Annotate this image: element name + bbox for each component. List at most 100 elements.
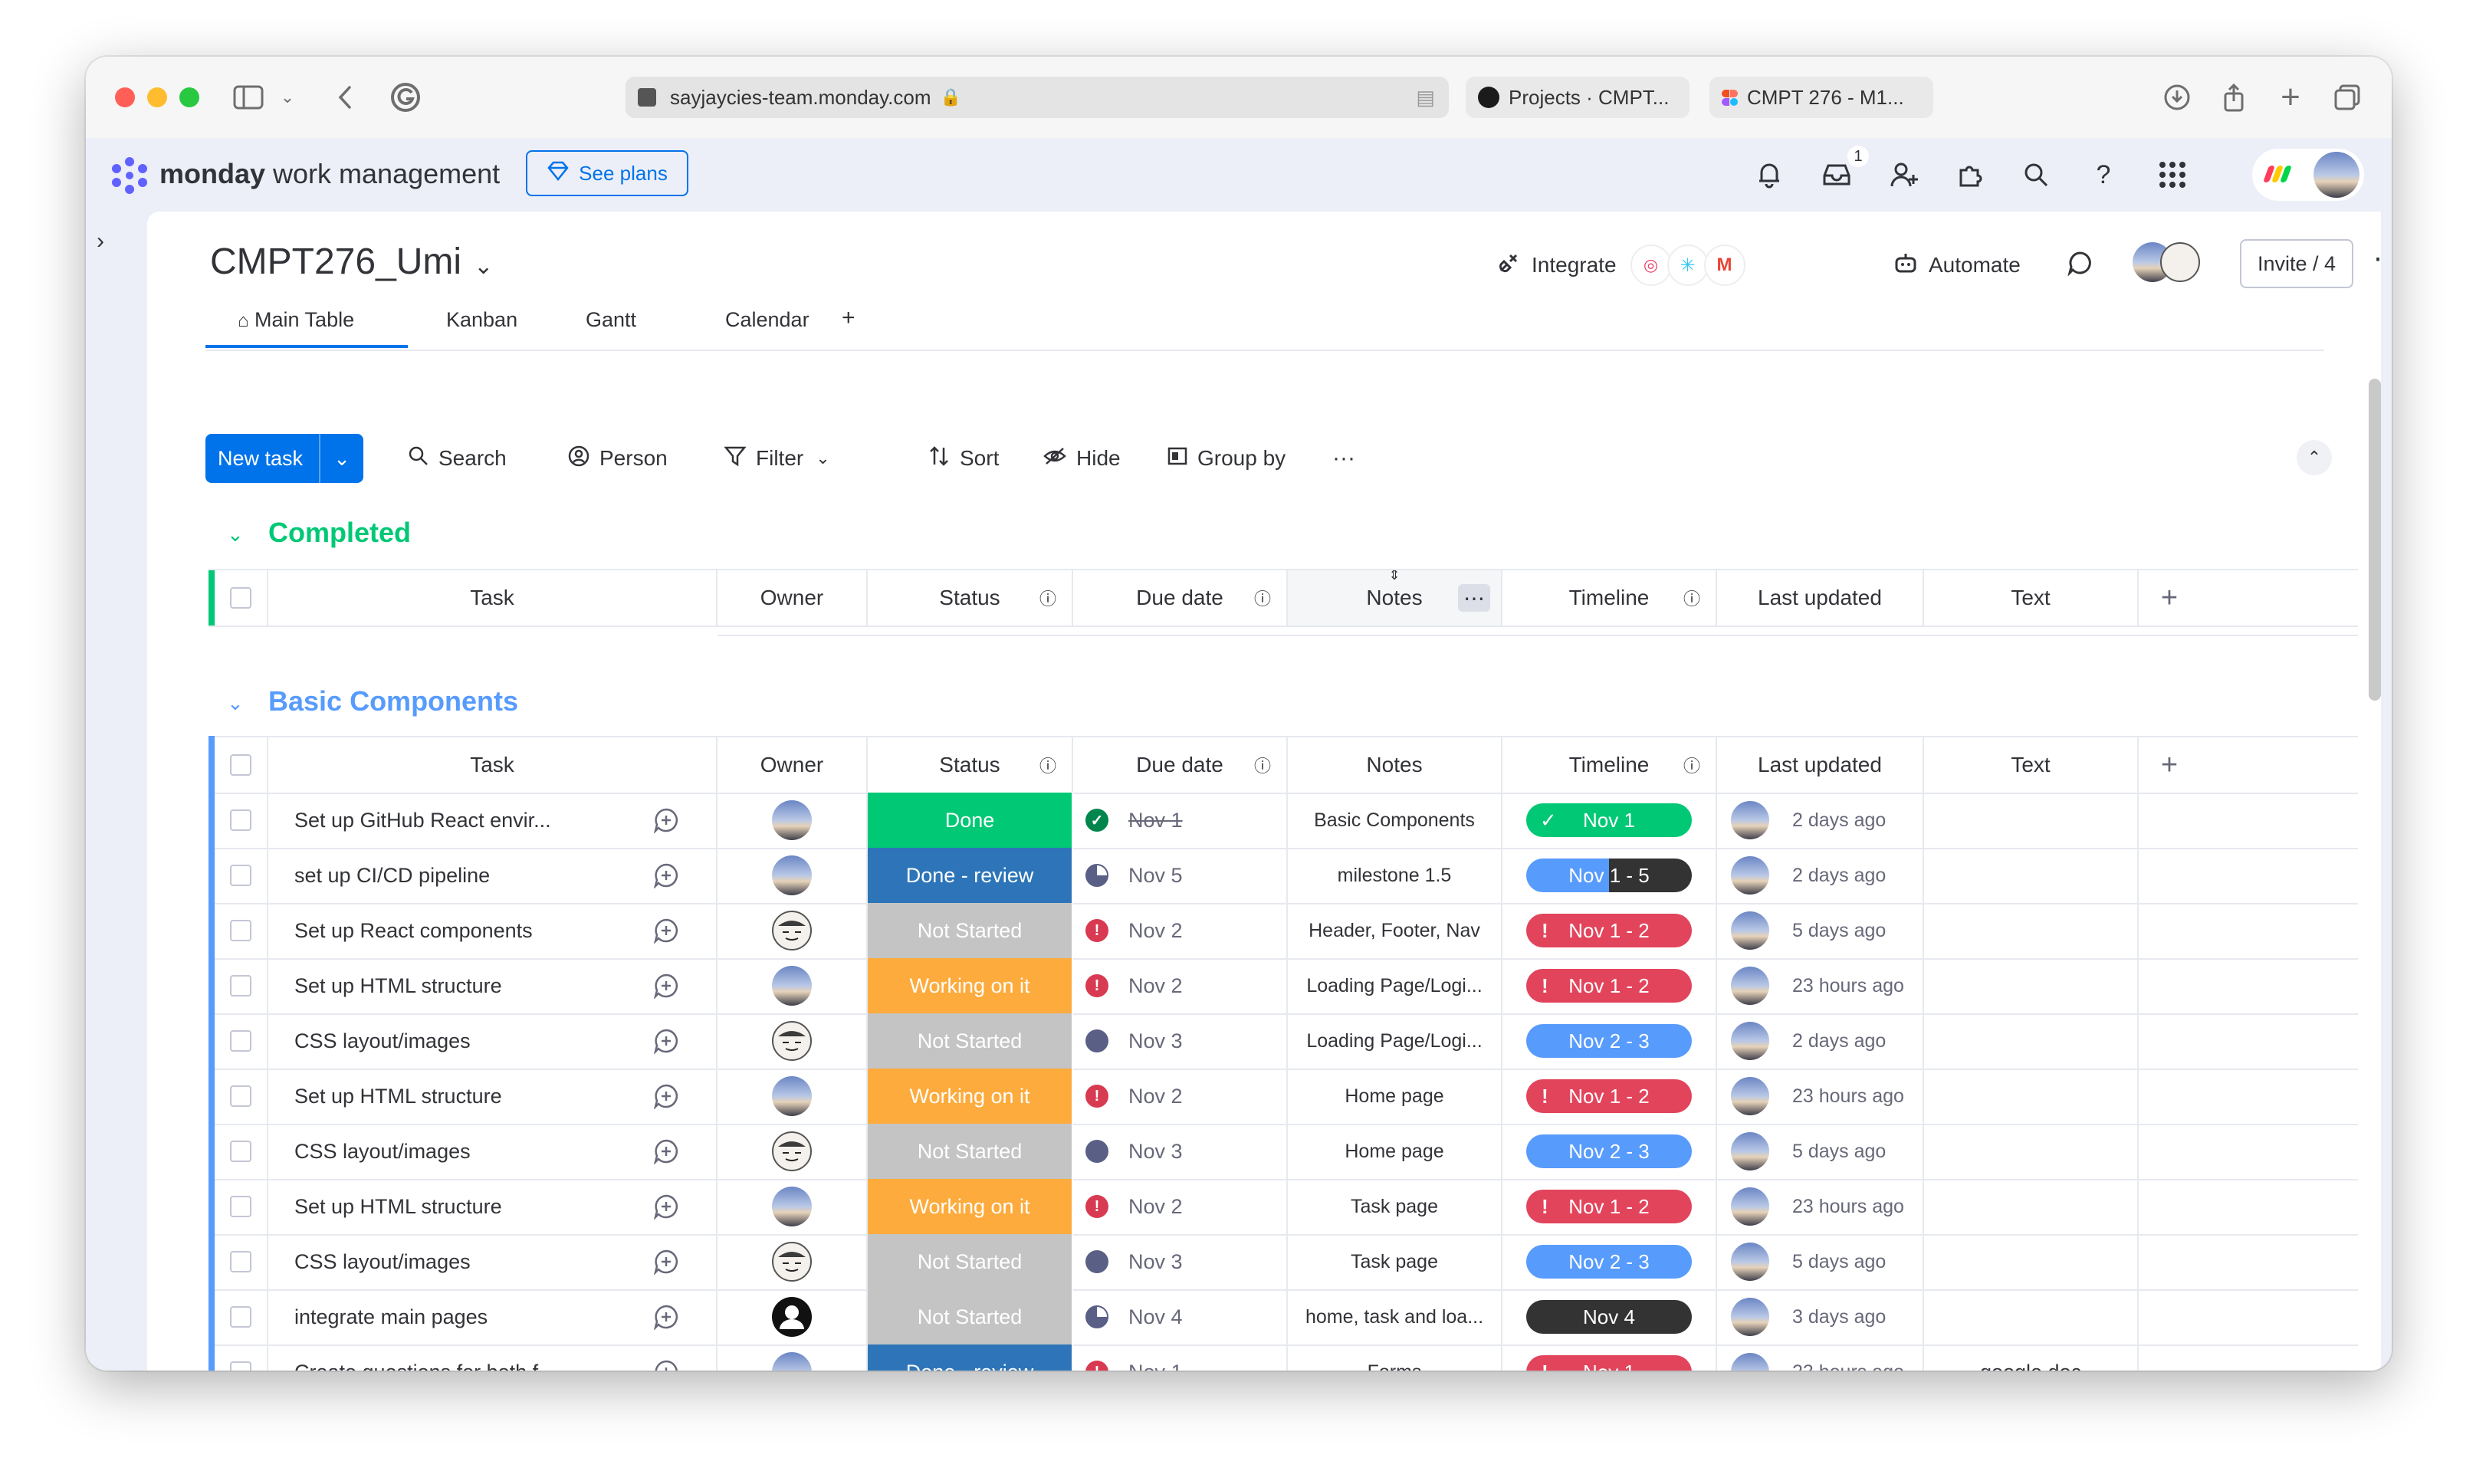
invite-button[interactable]: Invite / 4 — [2240, 239, 2353, 288]
invite-member-icon[interactable] — [1884, 155, 1924, 195]
task-name[interactable]: CSS layout/images — [294, 1250, 471, 1274]
task-name[interactable]: Create questions for both f... — [294, 1361, 556, 1371]
downloads-icon[interactable] — [2159, 80, 2195, 115]
due-date-cell[interactable]: ! Nov 2 — [1073, 958, 1288, 1013]
table-row[interactable]: set up CI/CD pipeline Done - review Nov 5 m… — [209, 848, 2358, 905]
help-icon[interactable]: ? — [2084, 155, 2123, 195]
add-view-button[interactable]: + — [842, 305, 855, 331]
zoom-window-button[interactable] — [179, 87, 199, 107]
notes-cell[interactable]: Home page — [1288, 1069, 1502, 1124]
add-update-icon[interactable] — [653, 1028, 679, 1054]
search-icon[interactable] — [2016, 155, 2056, 195]
add-update-cell[interactable] — [616, 793, 718, 848]
add-column-button[interactable]: + — [2139, 570, 2200, 625]
add-update-cell[interactable] — [616, 848, 718, 903]
tab-kanban[interactable]: Kanban — [446, 308, 517, 332]
chevron-down-icon[interactable]: ⌄ — [276, 80, 299, 115]
status-cell[interactable]: Working on it — [868, 958, 1073, 1013]
task-name[interactable]: Set up HTML structure — [294, 974, 502, 998]
notes-cell[interactable]: Home page — [1288, 1124, 1502, 1179]
task-name[interactable]: set up CI/CD pipeline — [294, 864, 490, 888]
apps-puzzle-icon[interactable] — [1950, 155, 1990, 195]
add-update-icon[interactable] — [653, 1193, 679, 1220]
group-title-completed[interactable]: Completed — [268, 517, 411, 549]
col-header-notes[interactable]: Notes — [1288, 737, 1502, 793]
collapse-header-button[interactable]: ⌃ — [2297, 440, 2332, 475]
due-date-cell[interactable]: ✓ Nov 1 — [1073, 793, 1288, 848]
due-date-cell[interactable]: Nov 4 — [1073, 1289, 1288, 1344]
add-update-icon[interactable] — [653, 973, 679, 999]
due-date-cell[interactable]: ! Nov 2 — [1073, 903, 1288, 958]
col-header-notes[interactable]: Notes ⇕ ⋯ — [1288, 570, 1502, 625]
sort-button[interactable]: Sort — [928, 434, 999, 483]
col-header-text[interactable]: Text — [1924, 737, 2139, 793]
board-members[interactable] — [2133, 242, 2200, 282]
timeline-pill[interactable]: Nov 1 - 5 — [1526, 859, 1692, 892]
task-name-cell[interactable]: Set up HTML structure — [268, 1069, 616, 1124]
owner-cell[interactable] — [718, 1069, 868, 1124]
vertical-scrollbar[interactable] — [2369, 379, 2381, 701]
task-name[interactable]: Set up HTML structure — [294, 1085, 502, 1108]
due-date-cell[interactable]: Nov 5 — [1073, 848, 1288, 903]
tab-main-table[interactable]: ⌂ Main Table — [238, 308, 354, 332]
row-checkbox[interactable] — [230, 809, 251, 831]
table-row[interactable]: Set up HTML structure Working on it! Nov 2… — [209, 1179, 2358, 1236]
text-cell[interactable] — [1924, 958, 2139, 1013]
browser-tab-figma[interactable]: CMPT 276 - M1... — [1709, 77, 1933, 118]
task-name-cell[interactable]: Create questions for both f... — [268, 1344, 616, 1371]
timeline-pill[interactable]: ! Nov 1 — [1526, 1355, 1692, 1371]
task-name-cell[interactable]: CSS layout/images — [268, 1234, 616, 1289]
col-header-status[interactable]: Status ⓘ — [868, 570, 1073, 625]
close-window-button[interactable] — [115, 87, 135, 107]
add-update-icon[interactable] — [653, 1083, 679, 1109]
status-cell[interactable]: Done - review — [868, 848, 1073, 903]
minimize-window-button[interactable] — [147, 87, 167, 107]
timeline-cell[interactable]: Nov 2 - 3 — [1502, 1013, 1717, 1069]
timeline-cell[interactable]: ! Nov 1 - 2 — [1502, 1069, 1717, 1124]
task-name-cell[interactable]: Set up React components — [268, 903, 616, 958]
task-name[interactable]: CSS layout/images — [294, 1029, 471, 1053]
task-name-cell[interactable]: Set up HTML structure — [268, 1179, 616, 1234]
owner-cell[interactable] — [718, 1234, 868, 1289]
timeline-cell[interactable]: ! Nov 1 - 2 — [1502, 1179, 1717, 1234]
text-cell[interactable] — [1924, 1179, 2139, 1234]
timeline-pill[interactable]: ✓ Nov 1 — [1526, 803, 1692, 837]
text-cell[interactable] — [1924, 1124, 2139, 1179]
text-cell[interactable] — [1924, 848, 2139, 903]
sort-arrows-icon[interactable]: ⇕ — [1388, 570, 1400, 583]
browser-tab-github[interactable]: Projects · CMPT... — [1466, 77, 1690, 118]
status-cell[interactable]: Not Started — [868, 1289, 1073, 1344]
reader-icon[interactable]: ▤ — [1416, 86, 1435, 110]
task-name[interactable]: CSS layout/images — [294, 1140, 471, 1164]
timeline-pill[interactable]: Nov 2 - 3 — [1526, 1134, 1692, 1168]
add-update-icon[interactable] — [653, 1304, 679, 1330]
table-row[interactable]: CSS layout/images Not Started Nov 3 Home pa… — [209, 1124, 2358, 1180]
notes-cell[interactable]: home, task and loa... — [1288, 1289, 1502, 1344]
table-row[interactable]: CSS layout/images Not Started Nov 3 Task pa… — [209, 1234, 2358, 1291]
info-icon[interactable]: ⓘ — [1683, 753, 1700, 777]
add-update-cell[interactable] — [616, 1289, 718, 1344]
text-cell[interactable] — [1924, 1234, 2139, 1289]
row-checkbox[interactable] — [230, 1251, 251, 1272]
integrate-button[interactable]: Integrate ◎ ✳ M — [1496, 242, 1745, 288]
col-header-timeline[interactable]: Timeline ⓘ — [1502, 737, 1717, 793]
add-update-icon[interactable] — [653, 807, 679, 833]
row-checkbox[interactable] — [230, 1196, 251, 1217]
text-cell[interactable] — [1924, 1013, 2139, 1069]
col-header-owner[interactable]: Owner — [718, 737, 868, 793]
add-update-icon[interactable] — [653, 918, 679, 944]
col-header-timeline[interactable]: Timeline ⓘ — [1502, 570, 1717, 625]
info-icon[interactable]: ⓘ — [1039, 753, 1056, 777]
timeline-cell[interactable]: ! Nov 1 — [1502, 1344, 1717, 1371]
status-cell[interactable]: Working on it — [868, 1069, 1073, 1124]
row-checkbox[interactable] — [230, 1306, 251, 1328]
add-update-cell[interactable] — [616, 958, 718, 1013]
notes-cell[interactable]: Loading Page/Logi... — [1288, 1013, 1502, 1069]
account-switcher[interactable] — [2252, 149, 2364, 201]
col-header-text[interactable]: Text — [1924, 570, 2139, 625]
timeline-cell[interactable]: Nov 1 - 5 — [1502, 848, 1717, 903]
more-actions-button[interactable]: ··· — [1332, 434, 1355, 483]
due-date-cell[interactable]: Nov 3 — [1073, 1124, 1288, 1179]
task-name[interactable]: Set up GitHub React envir... — [294, 809, 551, 832]
new-task-dropdown[interactable]: ⌄ — [319, 434, 363, 483]
